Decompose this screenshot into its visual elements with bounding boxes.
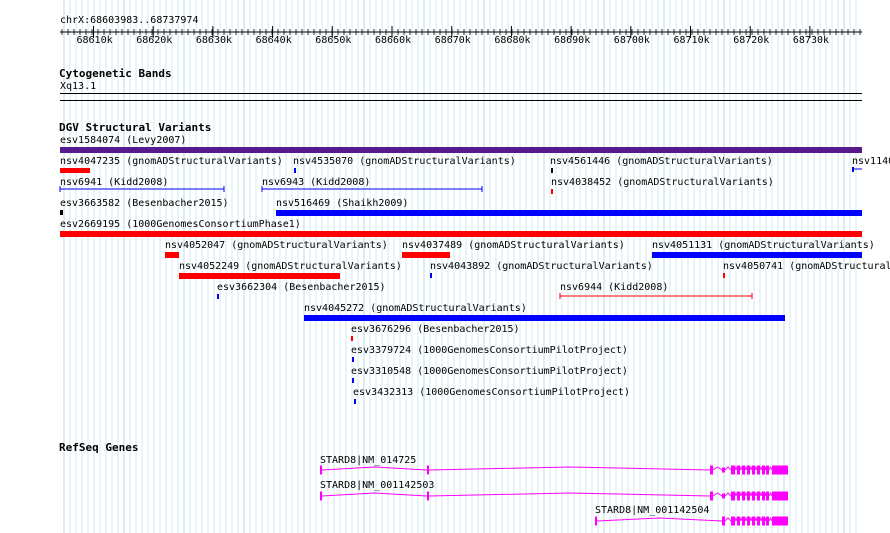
- gene-intron: [744, 516, 748, 522]
- gene-exon: [747, 465, 750, 475]
- gene-exon: [757, 516, 760, 526]
- gene-intron: [734, 516, 738, 522]
- gene-intron: [724, 517, 732, 522]
- gene-exon: [766, 465, 769, 475]
- gene-exon: [762, 491, 765, 501]
- gene-exon: [762, 465, 765, 475]
- gene-exon: [747, 491, 750, 501]
- gene-intron: [724, 466, 732, 471]
- gene-exon: [427, 465, 429, 475]
- gene-intron: [749, 516, 753, 522]
- gene-intron: [739, 516, 743, 522]
- gene-intron: [759, 491, 763, 497]
- gene-intron: [764, 466, 767, 471]
- gene-model-nm-001142503: [320, 491, 788, 501]
- gene-intron: [759, 516, 763, 522]
- gene-exon: [757, 465, 760, 475]
- gene-exon: [320, 465, 322, 475]
- gene-exon: [320, 491, 322, 501]
- gene-intron: [428, 492, 711, 497]
- gene-intron: [768, 491, 773, 497]
- gene-exon: [737, 491, 740, 501]
- gene-intron: [428, 466, 711, 471]
- gene-exon: [752, 491, 755, 501]
- gene-exon: [595, 516, 597, 526]
- gene-intron: [321, 466, 428, 471]
- gene-exon: [742, 465, 745, 475]
- gene-intron: [724, 492, 732, 497]
- gene-exon: [742, 491, 745, 501]
- gene-intron: [759, 465, 763, 471]
- gene-intron: [754, 516, 758, 522]
- gene-exon: [742, 516, 745, 526]
- gene-exon: [731, 491, 735, 501]
- gene-intron: [768, 516, 773, 522]
- gene-exon: [731, 516, 735, 526]
- gene-exon: [772, 491, 788, 501]
- gene-exon: [766, 516, 769, 526]
- gene-intron: [712, 466, 723, 471]
- gene-intron: [744, 491, 748, 497]
- gene-intron: [744, 465, 748, 471]
- gene-intron: [712, 492, 723, 497]
- gene-exon: [737, 465, 740, 475]
- gene-exon: [710, 465, 713, 475]
- gene-exon: [766, 491, 769, 501]
- gene-intron: [749, 465, 753, 471]
- gene-exon: [710, 491, 713, 501]
- gene-model-nm-014725: [320, 465, 788, 475]
- gene-model-nm-001142504: [595, 516, 788, 526]
- gene-exon: [731, 465, 735, 475]
- gene-intron: [734, 465, 738, 471]
- gene-exon: [427, 491, 429, 501]
- gene-intron: [754, 491, 758, 497]
- gene-intron: [321, 492, 428, 497]
- gene-exon: [772, 465, 788, 475]
- gene-exon: [737, 516, 740, 526]
- gene-intron: [768, 465, 773, 471]
- gene-exon: [722, 493, 725, 499]
- gene-exon: [722, 467, 725, 473]
- gene-intron: [596, 517, 723, 522]
- gene-intron: [734, 491, 738, 497]
- gene-intron: [739, 465, 743, 471]
- gene-exon: [762, 516, 765, 526]
- gene-exon: [722, 516, 725, 526]
- gene-exon: [772, 516, 788, 526]
- gene-exon: [757, 491, 760, 501]
- gene-intron: [764, 517, 767, 522]
- gene-intron: [739, 491, 743, 497]
- gene-intron: [749, 491, 753, 497]
- gene-exon: [752, 516, 755, 526]
- gene-exon: [752, 465, 755, 475]
- gene-exon: [747, 516, 750, 526]
- gene-intron: [754, 465, 758, 471]
- gene-intron: [764, 492, 767, 497]
- refseq-gene-models[interactable]: [0, 0, 890, 533]
